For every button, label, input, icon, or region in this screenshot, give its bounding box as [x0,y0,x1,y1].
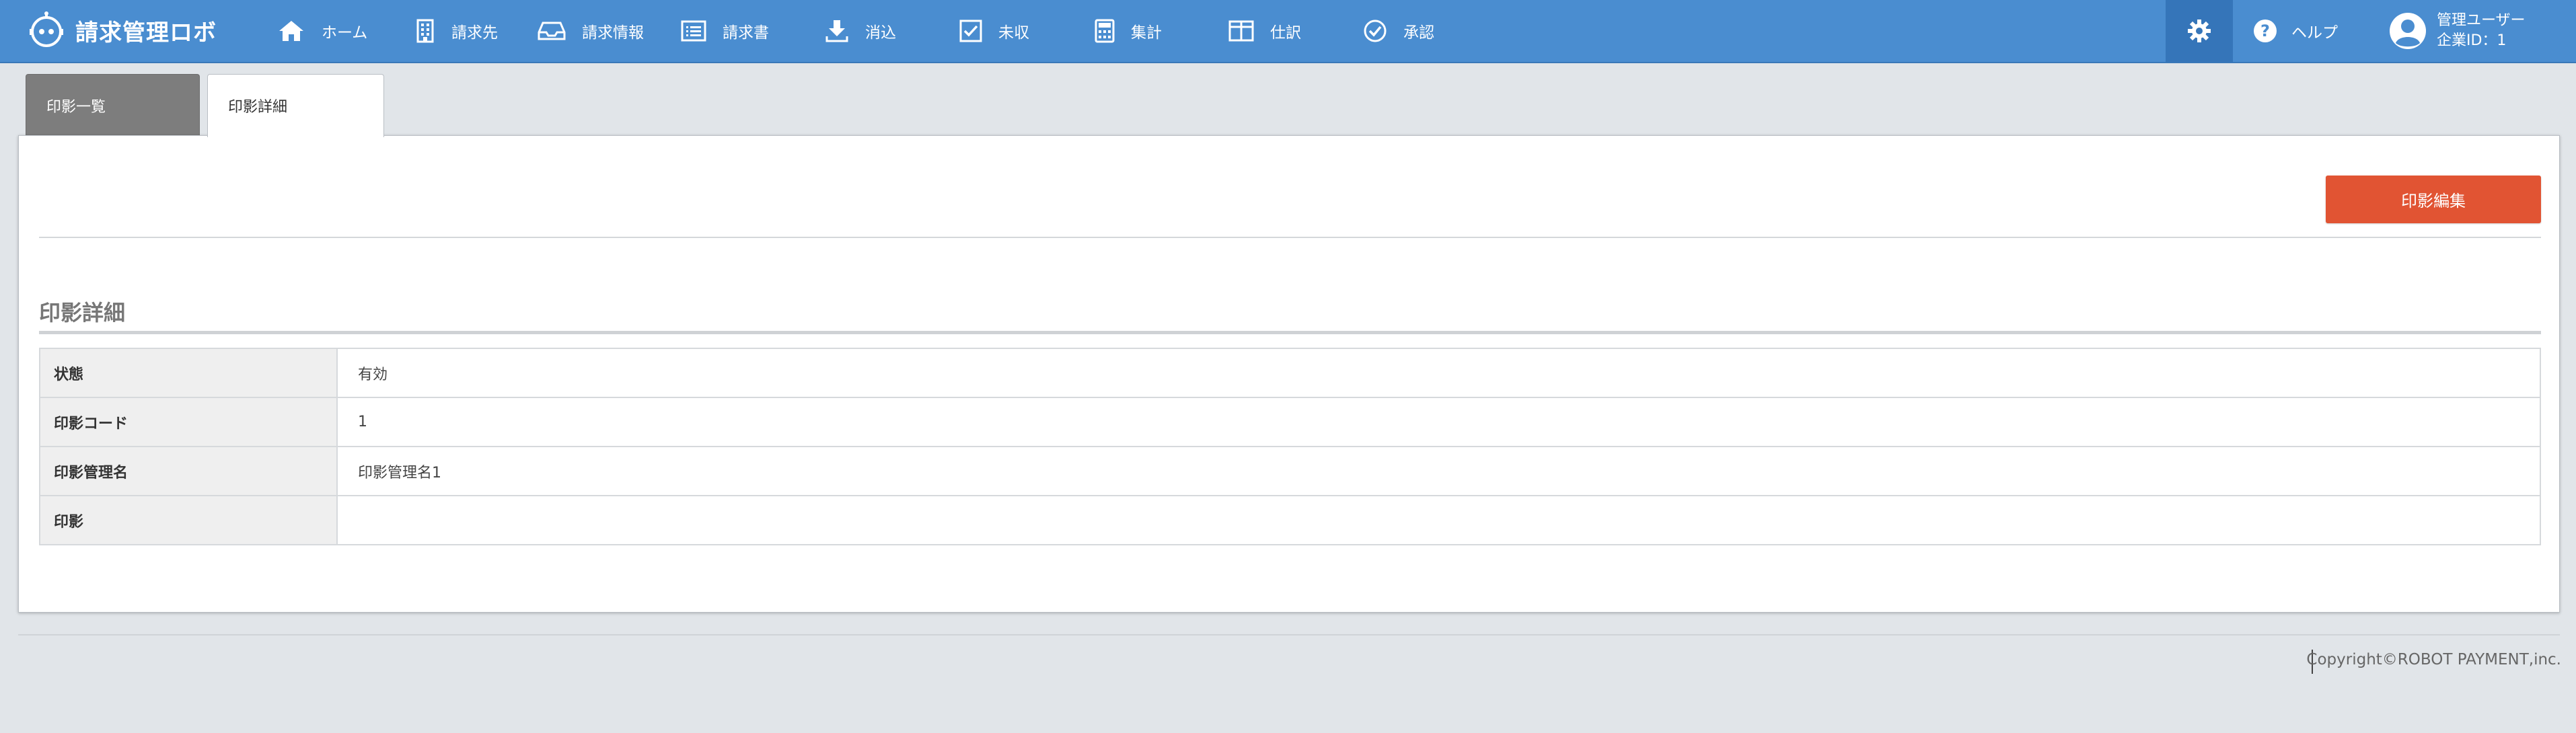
help-label: ヘルプ [2291,24,2338,42]
row-label-status: 状態 [39,348,338,398]
top-navigation-bar: 請求管理ロボ ホーム 請求先 請求情報 請求書 消込 未収 集計 仕訳 承認 ?… [0,0,2576,63]
tab-seal-detail[interactable]: 印影詳細 [207,74,384,137]
help-link[interactable]: ? ヘルプ [2252,0,2338,62]
nav-item-label: 承認 [1403,24,1434,42]
edit-seal-button[interactable]: 印影編集 [2326,176,2541,223]
nav-item-invoices[interactable]: 請求書 [681,0,769,62]
nav-item-label: 未収 [998,24,1029,42]
building-icon [416,19,434,43]
download-icon [825,20,848,42]
nav-item-label: 消込 [865,24,896,42]
user-avatar-icon [2390,13,2426,49]
checkbox-icon [959,20,982,42]
help-icon: ? [2254,20,2277,42]
section-underline [39,331,2541,334]
nav-item-journal[interactable]: 仕訳 [1228,0,1301,62]
nav-item-summary[interactable]: 集計 [1095,0,1162,62]
table-row: 状態 有効 [39,348,2541,398]
gear-icon [2188,20,2211,42]
nav-item-label: ホーム [322,24,368,42]
row-label-seal-code: 印影コード [39,397,338,447]
nav-item-billing-targets[interactable]: 請求先 [415,0,498,62]
row-label-seal-name: 印影管理名 [39,446,338,496]
company-id: 企業ID：1 [2437,32,2507,49]
app-logo-text: 請求管理ロボ [75,19,217,46]
table-row: 印影管理名 印影管理名1 [39,446,2541,496]
nav-item-billing-info[interactable]: 請求情報 [538,0,644,62]
row-value-status: 有効 [336,348,2541,398]
app-logo[interactable]: 請求管理ロボ [27,9,217,51]
table-row: 印影 [39,495,2541,545]
nav-item-receivables[interactable]: 未収 [959,0,1029,62]
nav-item-reconciliation[interactable]: 消込 [825,0,896,62]
settings-button[interactable] [2166,0,2233,62]
row-label-seal-image: 印影 [39,495,338,545]
nav-item-label: 請求書 [723,24,769,42]
footer-divider [18,634,2560,635]
robot-logo-icon [30,11,63,47]
tab-seal-list[interactable]: 印影一覧 [26,74,200,136]
svg-text:?: ? [2260,22,2270,40]
nav-item-label: 請求情報 [582,24,644,42]
table-row: 印影コード 1 [39,397,2541,447]
inbox-icon [538,22,566,40]
row-value-seal-name: 印影管理名1 [336,446,2541,496]
home-icon [279,21,303,41]
user-name: 管理ユーザー [2437,12,2526,29]
nav-item-label: 仕訳 [1270,24,1301,42]
calculator-icon [1095,19,1115,43]
nav-item-approval[interactable]: 承認 [1363,0,1434,62]
book-icon [1228,20,1254,42]
list-icon [681,20,706,42]
seal-detail-table: 状態 有効 印影コード 1 印影管理名 印影管理名1 印影 [39,348,2541,545]
nav-item-label: 請求先 [451,24,498,42]
divider [39,237,2541,238]
row-value-seal-image [336,495,2541,545]
nav-item-label: 集計 [1131,24,1162,42]
check-circle-icon [1364,20,1387,42]
section-title: 印影詳細 [39,300,126,325]
copyright-text: Copyright©ROBOT PAYMENT,inc. [2306,651,2561,668]
user-menu[interactable]: 管理ユーザー 企業ID：1 [2388,0,2526,62]
row-value-seal-code: 1 [336,397,2541,447]
nav-item-home[interactable]: ホーム [277,0,367,62]
